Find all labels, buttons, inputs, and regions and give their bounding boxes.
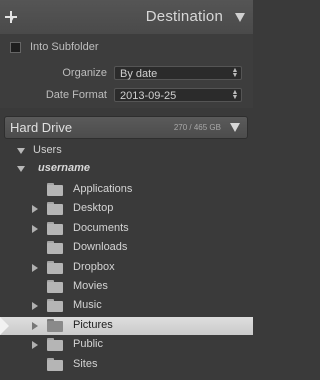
- hard-drive-header[interactable]: Hard Drive 270 / 465 GB: [4, 116, 248, 139]
- panel-title: Destination: [145, 8, 223, 25]
- date-format-value: 2013-09-25: [120, 90, 177, 102]
- disclosure-right-icon[interactable]: [32, 302, 38, 310]
- folder-row[interactable]: Pictures: [0, 317, 253, 335]
- folder-row[interactable]: Music: [0, 297, 253, 315]
- folder-row[interactable]: Sites: [0, 356, 253, 374]
- date-format-select[interactable]: 2013-09-25 ▲ ▼: [114, 88, 242, 102]
- folder-icon: [47, 202, 63, 215]
- selection-pointer-icon: [0, 317, 9, 335]
- folder-icon: [47, 280, 63, 293]
- folder-row[interactable]: Public: [0, 336, 253, 354]
- drive-name: Hard Drive: [10, 120, 73, 135]
- folder-row[interactable]: Downloads: [0, 239, 253, 257]
- panel-header[interactable]: ▾ Destination: [0, 0, 253, 35]
- select-stepper-icon: ▲ ▼: [231, 67, 239, 79]
- username-label: username: [38, 162, 90, 174]
- folder-icon: [47, 241, 63, 254]
- into-subfolder-label: Into Subfolder: [30, 41, 99, 53]
- folder-label: Movies: [73, 280, 108, 292]
- folder-icon: [47, 222, 63, 235]
- disclosure-right-icon[interactable]: [32, 205, 38, 213]
- folder-icon: [47, 319, 63, 332]
- folder-row[interactable]: Movies: [0, 278, 253, 296]
- folder-row[interactable]: Desktop: [0, 200, 253, 218]
- disclosure-right-icon[interactable]: [32, 264, 38, 272]
- drive-collapse-triangle-icon[interactable]: [230, 123, 240, 132]
- users-label: Users: [33, 144, 62, 156]
- folder-row[interactable]: Documents: [0, 220, 253, 238]
- folder-label: Desktop: [73, 202, 114, 214]
- folder-icon: [47, 358, 63, 371]
- folder-label: Downloads: [73, 241, 128, 253]
- organize-value: By date: [120, 68, 158, 80]
- organize-select[interactable]: By date ▲ ▼: [114, 66, 242, 80]
- folder-row[interactable]: Applications: [0, 181, 253, 199]
- disclosure-right-icon[interactable]: [32, 322, 38, 330]
- drive-size: 270 / 465 GB: [173, 123, 221, 132]
- folder-label: Dropbox: [73, 261, 115, 273]
- folder-icon: [47, 261, 63, 274]
- folder-label: Music: [73, 299, 102, 311]
- folder-label: Documents: [73, 222, 129, 234]
- folder-row[interactable]: Dropbox: [0, 259, 253, 277]
- folder-label: Pictures: [73, 319, 113, 331]
- folder-label: Applications: [73, 183, 133, 195]
- folder-label: Sites: [73, 358, 98, 370]
- date-format-label: Date Format: [45, 89, 107, 101]
- collapse-triangle-icon[interactable]: [235, 13, 245, 22]
- disclosure-right-icon[interactable]: [32, 341, 38, 349]
- tree-item-username[interactable]: username: [0, 160, 253, 178]
- organize-label: Organize: [62, 67, 107, 79]
- tree-item-users[interactable]: Users: [0, 142, 253, 160]
- disclosure-down-icon[interactable]: [17, 148, 25, 154]
- into-subfolder-checkbox[interactable]: [10, 42, 21, 53]
- folder-icon: [47, 338, 63, 351]
- folder-icon: [47, 183, 63, 196]
- folder-icon: [47, 299, 63, 312]
- plus-menu-chevron-icon[interactable]: ▾: [10, 14, 14, 23]
- folder-label: Public: [73, 338, 103, 350]
- disclosure-right-icon[interactable]: [32, 225, 38, 233]
- select-stepper-icon: ▲ ▼: [231, 89, 239, 101]
- disclosure-down-icon[interactable]: [17, 166, 25, 172]
